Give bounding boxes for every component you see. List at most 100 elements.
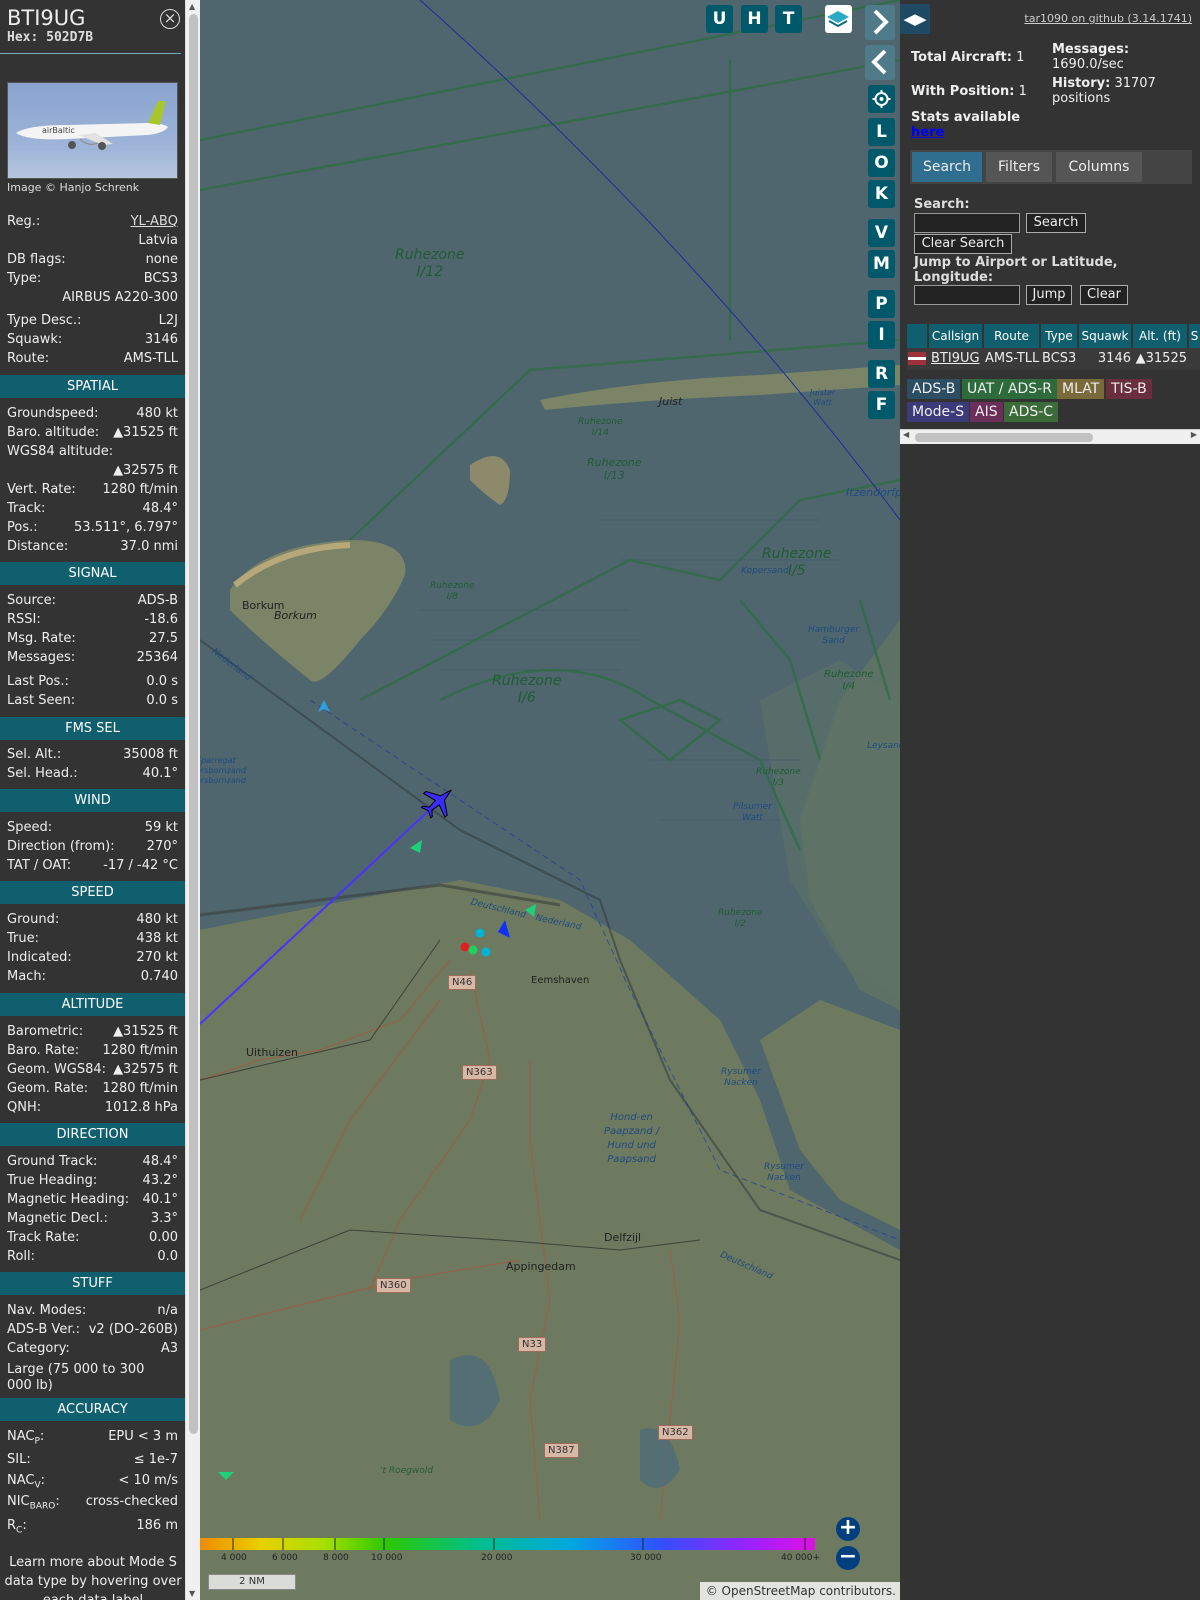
info-panel-scrollbar[interactable]: ▲ ▼ bbox=[185, 0, 200, 1600]
selected-hex: Hex: 502D7B bbox=[7, 30, 94, 45]
source-label: Source: bbox=[7, 593, 57, 608]
tab-filters[interactable]: Filters bbox=[986, 152, 1052, 182]
jump-input[interactable] bbox=[914, 285, 1020, 305]
source-value: ADS-B bbox=[137, 593, 178, 608]
column-route[interactable]: Route bbox=[984, 324, 1039, 348]
zoom-out-button[interactable]: − bbox=[836, 1546, 860, 1570]
total-aircraft-label: Total Aircraft: bbox=[911, 50, 1012, 65]
scroll-right-icon[interactable]: ▶ bbox=[1191, 430, 1197, 439]
column-callsign[interactable]: Callsign bbox=[929, 324, 982, 348]
airplane-photo-icon: airBaltic bbox=[16, 101, 168, 150]
scroll-down-icon[interactable]: ▼ bbox=[189, 1589, 195, 1598]
track-label: Track: bbox=[7, 501, 46, 516]
scroll-up-icon[interactable]: ▲ bbox=[189, 2, 195, 11]
column-type[interactable]: Type bbox=[1041, 324, 1077, 348]
map-attribution[interactable]: © OpenStreetMap contributors. bbox=[700, 1582, 900, 1600]
button-p[interactable]: P bbox=[868, 290, 895, 318]
section-altitude: ALTITUDE bbox=[0, 993, 185, 1016]
column-squawk[interactable]: Squawk bbox=[1079, 324, 1131, 348]
aircraft-photo[interactable]: airBaltic bbox=[7, 82, 178, 179]
button-r[interactable]: R bbox=[868, 360, 895, 388]
scrollbar-thumb[interactable] bbox=[189, 14, 198, 1434]
button-t[interactable]: T bbox=[775, 5, 802, 33]
github-link[interactable]: tar1090 on github (3.14.1741) bbox=[1024, 12, 1192, 25]
barometric-label: Barometric: bbox=[7, 1024, 84, 1039]
messages-value: 25364 bbox=[136, 650, 178, 665]
label-juister-watt: Juister Watt bbox=[810, 388, 836, 407]
close-icon[interactable]: × bbox=[160, 9, 180, 29]
route-value: AMS-TLL bbox=[123, 351, 178, 366]
tab-columns[interactable]: Columns bbox=[1056, 152, 1142, 182]
sil-value: ≤ 1e-7 bbox=[133, 1452, 178, 1467]
tab-search[interactable]: Search bbox=[912, 152, 982, 182]
stats-here-link[interactable]: here bbox=[911, 125, 944, 140]
label-leysand: Leysand bbox=[867, 741, 900, 751]
row-callsign[interactable]: BTI9UG bbox=[931, 348, 983, 370]
label-pilsumer-watt: Pilsumer Watt bbox=[733, 802, 772, 823]
stats-available: Stats available here bbox=[911, 110, 1020, 140]
nic-label: NICBARO: bbox=[7, 1494, 60, 1512]
baro-rate-label: Baro. Rate: bbox=[7, 1043, 80, 1058]
track-rate-value: 0.00 bbox=[149, 1230, 178, 1245]
section-fms: FMS SEL bbox=[0, 717, 185, 740]
button-l[interactable]: L bbox=[868, 118, 895, 146]
button-o[interactable]: O bbox=[868, 149, 895, 177]
button-f[interactable]: F bbox=[868, 391, 895, 419]
route-label: Route: bbox=[7, 351, 50, 366]
sidebar: ◀▶ tar1090 on github (3.14.1741) Total A… bbox=[900, 0, 1200, 1600]
button-h[interactable]: H bbox=[741, 5, 768, 33]
category-value: A3 bbox=[160, 1341, 178, 1356]
messages-label: Messages: bbox=[7, 650, 76, 665]
row-type: BCS3 bbox=[1042, 351, 1077, 366]
ind-speed-value: 270 kt bbox=[136, 950, 178, 965]
with-position-label: With Position: bbox=[911, 84, 1015, 99]
column-flag[interactable] bbox=[907, 324, 927, 348]
table-horizontal-scrollbar[interactable]: ◀ ▶ bbox=[900, 429, 1200, 444]
qnh-value: 1012.8 hPa bbox=[104, 1100, 178, 1115]
road-n46: N46 bbox=[448, 975, 477, 990]
expand-sidebar-button[interactable] bbox=[865, 5, 895, 40]
search-button[interactable]: Search bbox=[1026, 213, 1086, 233]
button-m[interactable]: M bbox=[868, 250, 895, 278]
info-header: BTI9UG Hex: 502D7B bbox=[0, 0, 181, 54]
type-label: Type: bbox=[7, 271, 42, 286]
reg-link[interactable]: YL-ABQ bbox=[131, 212, 178, 231]
button-i[interactable]: I bbox=[868, 321, 895, 349]
label-roegwold: 't Roegwold bbox=[380, 1466, 433, 1476]
toggle-sidebar-button[interactable]: ◀▶ bbox=[900, 4, 930, 34]
zoom-in-button[interactable]: + bbox=[836, 1517, 860, 1541]
label-ruhezone-i12: Ruhezone I/12 bbox=[395, 247, 465, 280]
column-speed[interactable]: S bbox=[1189, 324, 1200, 348]
clear-search-button[interactable]: Clear Search bbox=[914, 234, 1012, 254]
hscroll-thumb[interactable] bbox=[915, 433, 1093, 442]
jump-button[interactable]: Jump bbox=[1026, 285, 1072, 305]
clear-button[interactable]: Clear bbox=[1080, 285, 1128, 305]
scroll-left-icon[interactable]: ◀ bbox=[903, 430, 909, 439]
column-alt[interactable]: Alt. (ft) bbox=[1133, 324, 1187, 348]
true-speed-value: 438 kt bbox=[136, 931, 178, 946]
layers-button[interactable] bbox=[825, 5, 852, 33]
groundspeed-label: Groundspeed: bbox=[7, 406, 99, 421]
mag-heading-label: Magnetic Heading: bbox=[7, 1192, 130, 1207]
button-u[interactable]: U bbox=[706, 5, 733, 33]
road-n362: N362 bbox=[658, 1425, 693, 1440]
dbflags-value: none bbox=[145, 252, 178, 267]
button-v[interactable]: V bbox=[868, 219, 895, 247]
track-rate-label: Track Rate: bbox=[7, 1230, 80, 1245]
last-pos-label: Last Pos.: bbox=[7, 674, 69, 689]
button-k[interactable]: K bbox=[868, 180, 895, 208]
qnh-label: QNH: bbox=[7, 1100, 42, 1115]
sel-head-label: Sel. Head.: bbox=[7, 766, 78, 781]
collapse-sidebar-button[interactable] bbox=[865, 45, 895, 80]
map-view[interactable]: Ruhezone I/12 Ruhezone I/6 Ruhezone I/5 … bbox=[200, 0, 900, 1600]
tat-label: TAT / OAT: bbox=[7, 858, 72, 873]
section-stuff: STUFF bbox=[0, 1272, 185, 1295]
label-ruhezone-i14: Ruhezone I/14 bbox=[578, 417, 623, 438]
search-input[interactable] bbox=[914, 213, 1020, 233]
baro-rate-value: 1280 ft/min bbox=[102, 1043, 178, 1058]
label-ruhezone-i4: Ruhezone I/4 bbox=[824, 669, 874, 692]
alt-tick-6000: 6 000 bbox=[272, 1553, 298, 1563]
settings-button[interactable] bbox=[868, 85, 895, 113]
tag-adsb: ADS-B bbox=[907, 379, 961, 399]
mag-decl-label: Magnetic Decl.: bbox=[7, 1211, 108, 1226]
